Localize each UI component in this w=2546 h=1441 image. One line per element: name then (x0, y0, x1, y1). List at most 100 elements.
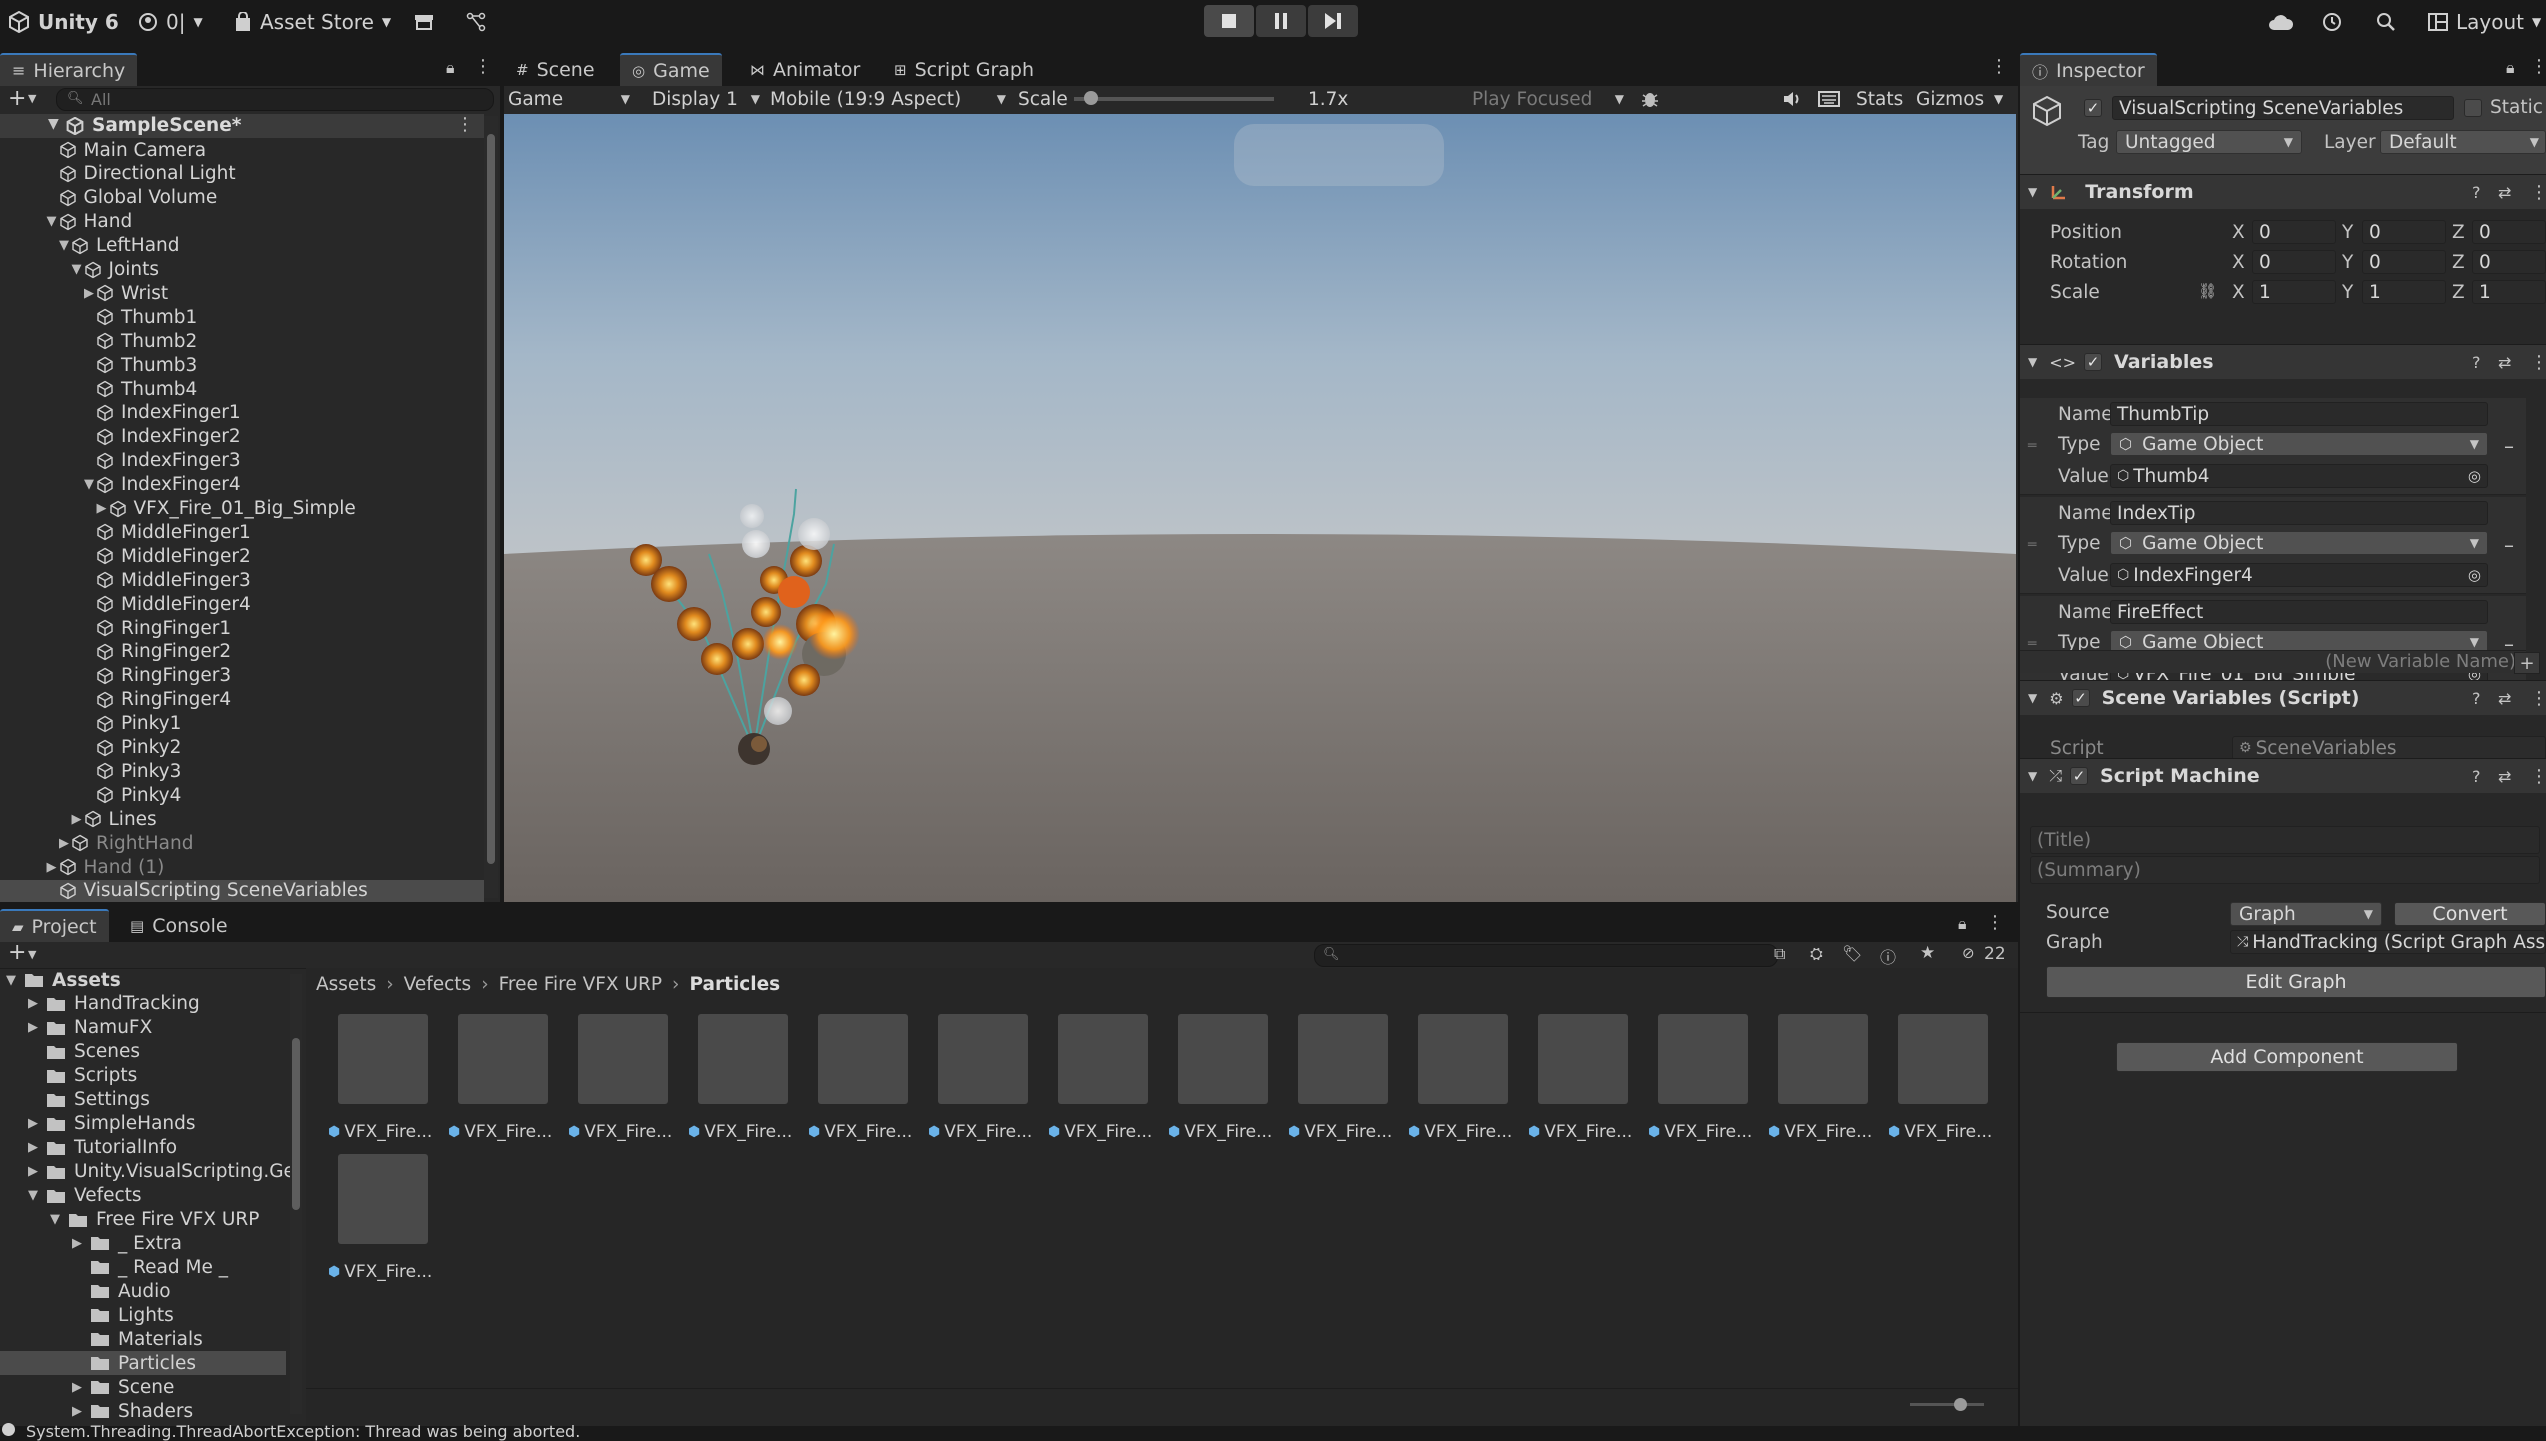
graph-asset-field[interactable]: ⤮ HandTracking (Script Graph Ass (2230, 930, 2546, 954)
more-options-icon[interactable]: ⋮ (2530, 688, 2546, 709)
asset-item[interactable]: ⬢ VFX_Fire... (328, 1014, 438, 1144)
asset-item[interactable]: ⬢ VFX_Fire... (328, 1154, 438, 1284)
hierarchy-item[interactable]: VisualScripting SceneVariables (0, 879, 484, 902)
variables-enabled-checkbox[interactable]: ✓ (2084, 353, 2103, 371)
layout-dropdown[interactable]: Layout ▼ (2428, 0, 2541, 44)
breadcrumb-item[interactable]: Vefects (404, 974, 472, 995)
chevron-down-icon[interactable]: ▼ (28, 1188, 46, 1203)
project-folder-item[interactable]: Settings (0, 1088, 286, 1112)
aspect-dropdown[interactable]: Mobile (19:9 Aspect) ▼ (770, 86, 1006, 112)
chevron-right-icon[interactable]: ▶ (72, 1380, 90, 1395)
variable-type-dropdown[interactable]: ⬡ Game Object ▼ (2110, 531, 2488, 555)
bug-icon[interactable] (1640, 86, 1660, 112)
remove-variable-button[interactable]: – (2504, 434, 2514, 458)
asset-item[interactable]: ⬢ VFX_Fire... (688, 1014, 798, 1144)
asset-item[interactable]: ⬢ VFX_Fire... (448, 1014, 558, 1144)
add-icon[interactable]: + (8, 940, 26, 965)
hierarchy-item[interactable]: RingFinger2 (0, 641, 484, 663)
hierarchy-item[interactable]: Global Volume (0, 187, 484, 209)
project-folder-item[interactable]: Materials (0, 1327, 286, 1351)
transform-position-x-field[interactable]: 0 (2252, 220, 2336, 244)
history-button[interactable] (2321, 0, 2343, 44)
hierarchy-item[interactable]: MiddleFinger4 (0, 593, 484, 615)
filter-by-type-icon[interactable]: ⛭ (1810, 944, 1823, 964)
more-options-icon[interactable]: ⋮ (1990, 56, 2008, 77)
tab-inspector[interactable]: ⓘ Inspector (2020, 53, 2157, 86)
hierarchy-item[interactable]: RingFinger4 (0, 689, 484, 711)
project-folder-item[interactable]: Lights (0, 1303, 286, 1327)
asset-item[interactable]: ⬢ VFX_Fire... (1408, 1014, 1518, 1144)
breadcrumb-item[interactable]: Free Fire VFX URP (499, 974, 662, 995)
variable-value-field[interactable]: ⬡ Thumb4 ◎ (2110, 464, 2488, 488)
variable-name-field[interactable]: ThumbTip (2110, 402, 2488, 426)
lock-icon[interactable]: 🔒︎ (446, 58, 455, 78)
new-variable-name-field[interactable]: (New Variable Name) (2325, 651, 2516, 672)
project-folder-item[interactable]: _ Read Me _ (0, 1255, 286, 1279)
chevron-down-icon[interactable]: ▼ (6, 973, 24, 988)
transform-rotation-z-field[interactable]: 0 (2472, 250, 2546, 274)
project-folder-item[interactable]: Particles (0, 1351, 286, 1376)
variable-name-field[interactable]: FireEffect (2110, 600, 2488, 624)
warning-filter-icon[interactable]: ⓘ (1880, 944, 1896, 968)
help-icon[interactable]: ? (2472, 183, 2481, 202)
tab-hierarchy[interactable]: ≡ Hierarchy (0, 53, 138, 86)
stop-button[interactable] (1204, 5, 1254, 37)
hierarchy-item[interactable]: ▶ Lines (0, 808, 484, 830)
project-folder-item[interactable]: Scenes (0, 1040, 286, 1064)
add-icon[interactable]: + (8, 86, 26, 111)
asset-item[interactable]: ⬢ VFX_Fire... (1888, 1014, 1998, 1144)
source-dropdown[interactable]: Graph ▼ (2230, 902, 2382, 926)
play-focused-dropdown[interactable]: Play Focused ▼ (1472, 86, 1624, 112)
preset-icon[interactable]: ⇄ (2498, 183, 2511, 202)
project-folder-item[interactable]: ▶ TutorialInfo (0, 1136, 286, 1160)
tab-script-graph[interactable]: ⊞ Script Graph (882, 53, 1046, 86)
hierarchy-item[interactable]: Pinky4 (0, 784, 484, 806)
chevron-right-icon[interactable]: ▶ (82, 286, 96, 301)
hierarchy-item[interactable]: ▼ Joints (0, 259, 484, 281)
convert-button[interactable]: Convert (2394, 902, 2546, 926)
hierarchy-search-field[interactable]: 🔍︎ All (56, 88, 494, 111)
account-button[interactable]: 0| ▼ (138, 0, 203, 44)
tab-project[interactable]: ▰ Project (0, 909, 109, 942)
active-checkbox[interactable]: ✓ (2084, 99, 2102, 117)
project-folder-item[interactable]: ▶ Shaders (0, 1399, 286, 1423)
more-options-icon[interactable]: ⋮ (474, 56, 492, 77)
hierarchy-item[interactable]: Thumb1 (0, 306, 484, 328)
keyboard-icon[interactable] (1818, 86, 1840, 112)
chevron-down-icon[interactable]: ▼ (48, 116, 59, 132)
chevron-down-icon[interactable]: ▼ (1994, 86, 2003, 112)
project-folder-item[interactable]: ▶ SimpleHands (0, 1112, 286, 1136)
chevron-down-icon[interactable]: ▼ (50, 1212, 68, 1227)
breadcrumb-item[interactable]: Assets (316, 974, 376, 995)
project-folder-item[interactable]: ▶ Scene (0, 1375, 286, 1399)
graph-summary-field[interactable]: (Summary) (2030, 856, 2540, 884)
project-folder-item[interactable]: ▼ Free Fire VFX URP (0, 1208, 286, 1232)
more-options-icon[interactable]: ⋮ (1986, 912, 2004, 933)
drag-handle-icon[interactable]: ═ (2028, 438, 2036, 454)
hierarchy-item[interactable]: Directional Light (0, 163, 484, 185)
project-search-field[interactable]: 🔍︎ (1314, 944, 1778, 967)
script-machine-enabled-checkbox[interactable]: ✓ (2070, 767, 2089, 785)
asset-item[interactable]: ⬢ VFX_Fire... (1288, 1014, 1398, 1144)
help-icon[interactable]: ? (2472, 767, 2481, 786)
chevron-down-icon[interactable]: ▼ (82, 477, 96, 492)
hierarchy-item[interactable]: Pinky1 (0, 713, 484, 735)
constrain-proportions-icon[interactable]: ⛓ (2198, 282, 2217, 300)
hierarchy-item[interactable]: RingFinger1 (0, 617, 484, 639)
hidden-packages-icon[interactable]: ⊘ (1962, 944, 1975, 962)
hierarchy-item[interactable]: Pinky2 (0, 737, 484, 759)
project-folder-item[interactable]: ▼ Assets (0, 968, 286, 992)
drag-handle-icon[interactable]: ═ (2028, 537, 2036, 553)
asset-item[interactable]: ⬢ VFX_Fire... (568, 1014, 678, 1144)
step-button[interactable] (1308, 5, 1358, 37)
hierarchy-item[interactable]: ▶ Wrist (0, 282, 484, 304)
transform-header[interactable]: ▼ Transform ? ⇄ ⋮ (2020, 174, 2546, 209)
tag-dropdown[interactable]: Untagged ▼ (2116, 130, 2302, 154)
chevron-right-icon[interactable]: ▶ (28, 1020, 46, 1035)
graph-title-field[interactable]: (Title) (2030, 826, 2540, 854)
static-checkbox[interactable] (2464, 99, 2482, 117)
asset-item[interactable]: ⬢ VFX_Fire... (1048, 1014, 1158, 1144)
asset-item[interactable]: ⬢ VFX_Fire... (1648, 1014, 1758, 1144)
label-icon[interactable]: 🏷︎ (1842, 944, 1862, 963)
add-variable-button[interactable]: + (2514, 652, 2540, 674)
